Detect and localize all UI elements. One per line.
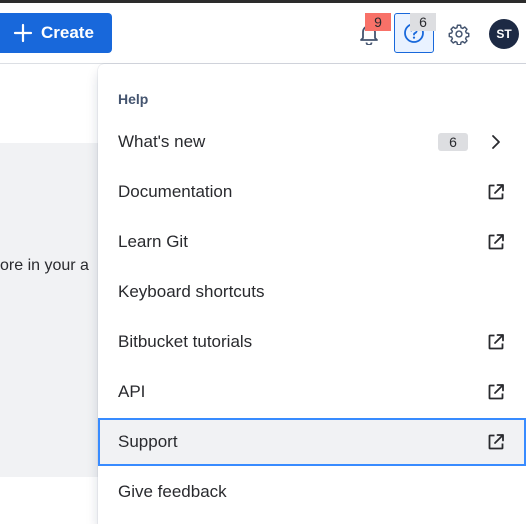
help-menu: Help What's new 6 Documentation Learn Gi… [98,64,526,524]
notifications-count-badge: 9 [365,13,391,31]
menu-item-label: Support [118,432,178,451]
menu-item-label: Bitbucket tutorials [118,332,253,351]
external-link-icon [488,384,504,400]
external-link-icon [488,184,504,200]
menu-item-api[interactable]: API [98,368,526,416]
menu-item-support[interactable]: Support [98,418,526,466]
gear-icon [448,24,470,45]
whats-new-count-badge: 6 [438,133,468,151]
background-partial-text: ore in your a [0,257,89,274]
menu-item-documentation[interactable]: Documentation [98,168,526,216]
menu-item-label: Give feedback [118,482,227,501]
menu-item-bitbucket-tutorials[interactable]: Bitbucket tutorials [98,318,526,366]
menu-item-learn-git[interactable]: Learn Git [98,218,526,266]
user-avatar[interactable]: ST [489,19,519,49]
menu-item-label: Keyboard shortcuts [118,282,265,301]
menu-item-label: Documentation [118,182,233,201]
create-button[interactable]: Create [0,13,112,53]
menu-item-label: API [118,382,146,401]
external-link-icon [488,234,504,250]
plus-icon [13,23,33,43]
help-count-badge: 6 [410,13,436,31]
menu-item-whats-new[interactable]: What's new 6 [98,118,526,166]
menu-item-give-feedback[interactable]: Give feedback [98,468,526,516]
menu-item-label: What's new [118,132,206,151]
external-link-icon [488,334,504,350]
background-content-panel [0,143,100,477]
create-button-label: Create [41,23,94,42]
help-menu-heading: Help [118,91,149,107]
menu-item-label: Learn Git [118,232,188,251]
settings-button[interactable] [444,19,474,49]
menu-item-keyboard-shortcuts[interactable]: Keyboard shortcuts [98,268,526,316]
external-link-icon [488,434,504,450]
chevron-right-icon [492,135,500,149]
